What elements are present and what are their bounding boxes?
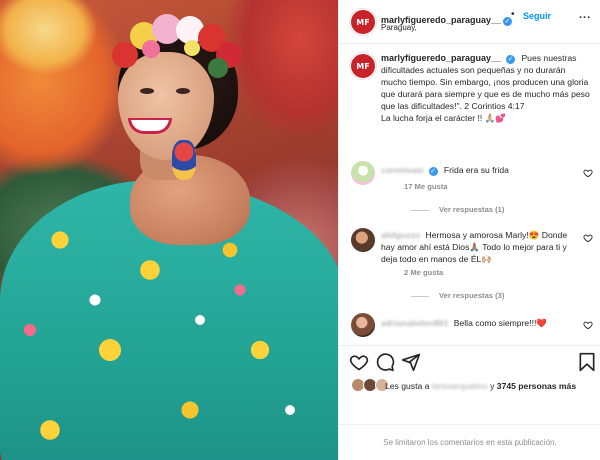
comment-like-heart-icon[interactable] bbox=[583, 168, 593, 178]
follow-button[interactable]: Seguir bbox=[523, 11, 551, 21]
comment-like-heart-icon[interactable] bbox=[583, 233, 593, 243]
separator-dot: • bbox=[511, 9, 515, 20]
heart-icon[interactable] bbox=[349, 352, 369, 372]
post-caption: marlyfigueredo_paraguay__ ✓ Pues nuestras… bbox=[381, 52, 593, 124]
likes-prefix: Les gusta a bbox=[385, 381, 430, 391]
earring bbox=[172, 140, 196, 180]
commenter-avatar[interactable] bbox=[351, 313, 375, 337]
view-replies-button[interactable]: Ver respuestas (3) bbox=[411, 291, 504, 300]
author-avatar[interactable]: MF bbox=[351, 10, 375, 34]
caption-author-username[interactable]: marlyfigueredo_paraguay__ bbox=[381, 53, 501, 63]
comment-bubble-icon[interactable] bbox=[375, 352, 395, 372]
comment-like-count[interactable]: 17 Me gusta bbox=[404, 182, 447, 191]
comments-limited-text: Se limitaron los comentarios en esta pub… bbox=[383, 438, 557, 447]
comment: adrianabelen881 Bella como siempre!!!❤️ bbox=[381, 317, 577, 329]
paper-plane-icon[interactable] bbox=[401, 352, 421, 372]
left-eye bbox=[140, 88, 154, 94]
view-replies-button[interactable]: Ver respuestas (1) bbox=[411, 205, 504, 214]
commenter-avatar[interactable] bbox=[351, 161, 375, 185]
comment: carmimasi ✓ Frida era su frida bbox=[381, 164, 577, 176]
liker-avatars[interactable] bbox=[351, 378, 389, 394]
liker-username[interactable]: larissarquelmo bbox=[432, 381, 488, 391]
likes-count[interactable]: 3745 personas más bbox=[497, 381, 576, 391]
bookmark-icon[interactable] bbox=[577, 352, 597, 372]
post-header: MF marlyfigueredo_paraguay__ ✓ • Seguir .… bbox=[339, 0, 600, 44]
verified-badge-icon: ✓ bbox=[428, 167, 438, 176]
comments-limited-footer: Se limitaron los comentarios en esta pub… bbox=[339, 424, 600, 460]
comment-text: Frida era su frida bbox=[443, 165, 509, 175]
comment-username[interactable]: carmimasi bbox=[381, 165, 424, 175]
post-location[interactable]: Paraguay, bbox=[381, 23, 417, 32]
post-side-panel: MF marlyfigueredo_paraguay__ ✓ • Seguir .… bbox=[338, 0, 600, 460]
comment-like-heart-icon[interactable] bbox=[583, 320, 593, 330]
commenter-avatar[interactable] bbox=[351, 228, 375, 252]
comment: alidguzzo Hermosa y amorosa Marly!😍 Dond… bbox=[381, 229, 577, 265]
right-eye bbox=[176, 88, 190, 94]
comment-username[interactable]: adrianabelen881 bbox=[381, 318, 448, 328]
more-options-icon[interactable]: ... bbox=[579, 9, 591, 21]
likes-summary[interactable]: Les gusta a larissarquelmo y 3745 person… bbox=[385, 380, 597, 392]
verified-badge-icon: ✓ bbox=[506, 55, 516, 64]
caption-line2: La lucha forja el carácter !! 🙏🏼💕 bbox=[381, 113, 507, 123]
likes-connector: y bbox=[490, 381, 495, 391]
comment-text: Bella como siempre!!!❤️ bbox=[453, 318, 548, 328]
comment-like-count[interactable]: 2 Me gusta bbox=[404, 268, 443, 277]
comment-username[interactable]: alidguzzo bbox=[381, 230, 420, 240]
action-bar-divider bbox=[339, 345, 600, 346]
flower-crown bbox=[112, 14, 252, 84]
post-photo[interactable] bbox=[0, 0, 338, 460]
caption-author-avatar[interactable]: MF bbox=[351, 54, 375, 78]
